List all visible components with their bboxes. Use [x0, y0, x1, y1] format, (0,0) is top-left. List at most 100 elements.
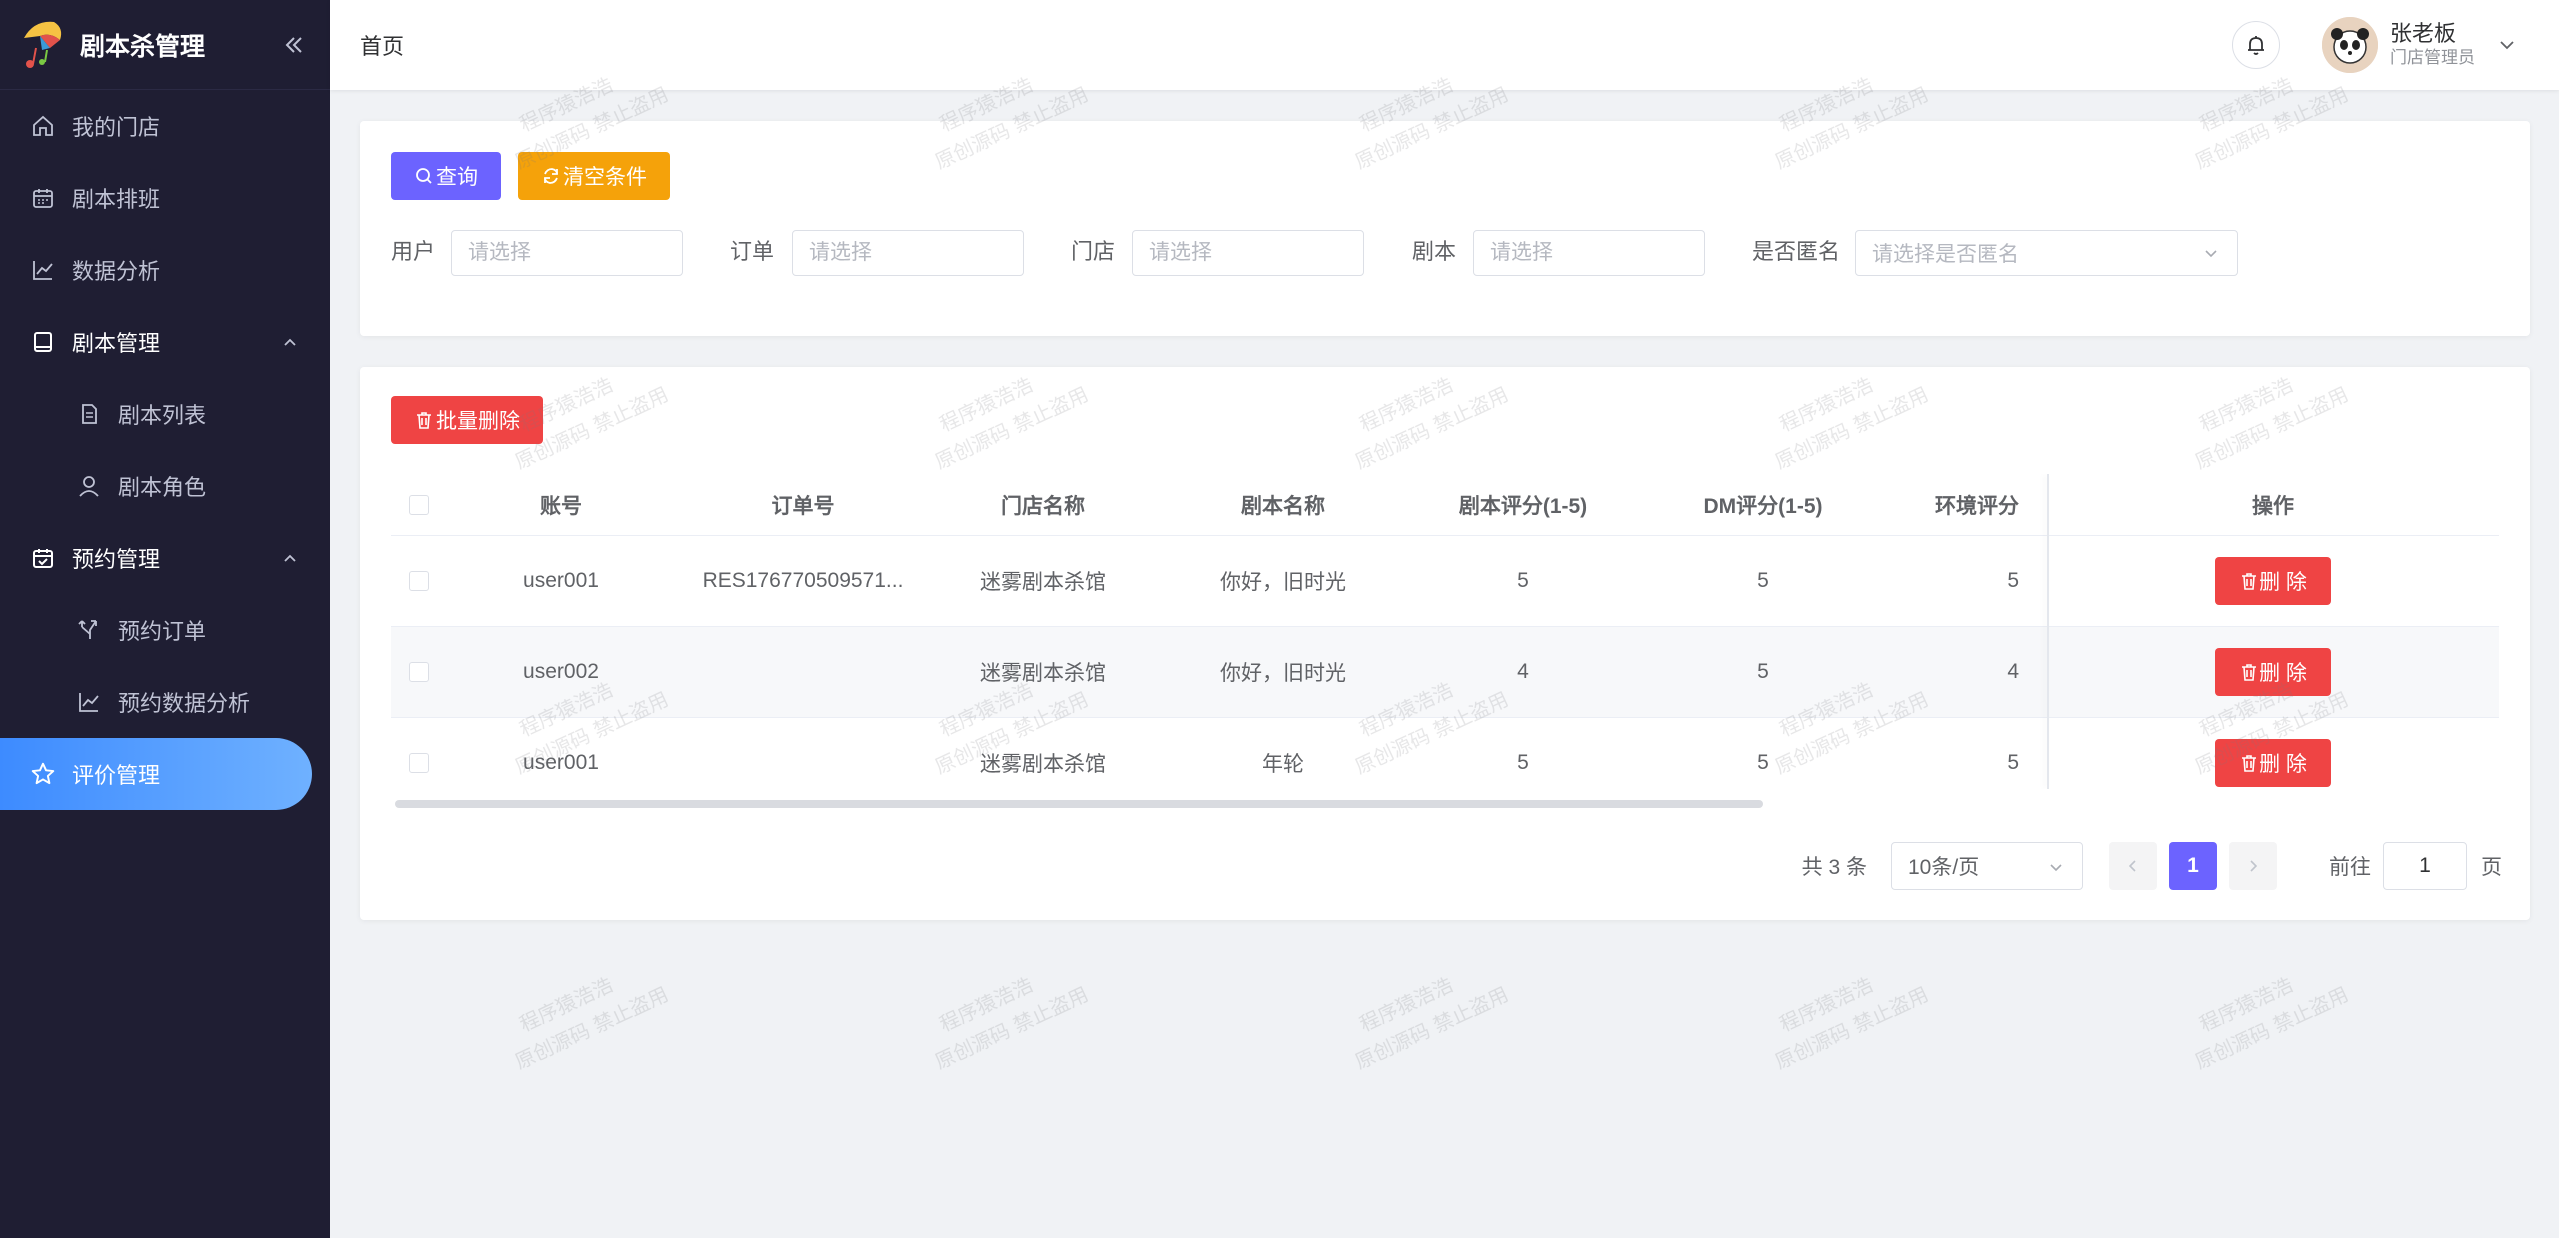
cell-env-score: 5 — [2007, 751, 2019, 774]
column-header-store[interactable]: 门店名称 — [923, 490, 1163, 520]
sidebar-item-booking-analytics[interactable]: 预约数据分析 — [0, 666, 330, 738]
table-row[interactable]: user001 RES176770509571... 迷雾剧本杀馆 你好，旧时光… — [391, 536, 2499, 627]
logo-bar: 剧本杀管理 — [0, 0, 330, 90]
column-header-env-score[interactable]: 环境评分 — [1883, 490, 2033, 520]
double-chevron-left-icon — [285, 36, 302, 53]
goto-page-input[interactable] — [2383, 842, 2467, 890]
search-icon — [416, 168, 432, 184]
user-filter-input[interactable] — [451, 230, 683, 276]
chevron-down-icon — [2205, 250, 2217, 258]
sidebar-item-label: 剧本角色 — [118, 475, 207, 500]
chevron-down-icon[interactable] — [2495, 33, 2519, 57]
svg-text:程序猿浩浩: 程序猿浩浩 — [1356, 972, 1457, 1036]
next-page-button[interactable] — [2229, 842, 2277, 890]
sidebar-item-label: 预约数据分析 — [118, 691, 251, 716]
delete-button-label: 删 除 — [2259, 662, 2307, 685]
sidebar-item-my-store[interactable]: 我的门店 — [0, 90, 330, 162]
cell-order: RES176770509571... — [702, 569, 904, 592]
anonymous-select[interactable]: 请选择是否匿名 — [1855, 230, 2238, 276]
filter-panel: 查询 清空条件 用户 订单 门店 剧本 是否匿名 请选择是否匿名 — [360, 121, 2530, 336]
clear-filters-button[interactable]: 清空条件 — [518, 152, 670, 200]
query-button[interactable]: 查询 — [391, 152, 501, 200]
header-user-area: 张老板 门店管理员 — [2232, 0, 2519, 90]
chevron-down-icon — [2050, 864, 2062, 872]
sidebar-item-label: 剧本排班 — [72, 187, 161, 212]
page-size-value: 10条/页 — [1908, 856, 1980, 879]
pagination-total: 共 3 条 — [1801, 856, 1867, 879]
user-meta[interactable]: 张老板 门店管理员 — [2390, 21, 2475, 69]
column-header-script[interactable]: 剧本名称 — [1163, 490, 1403, 520]
delete-button[interactable]: 删 除 — [2215, 648, 2331, 696]
sidebar-item-booking-orders[interactable]: 预约订单 — [0, 594, 330, 666]
sidebar-item-script-list[interactable]: 剧本列表 — [0, 378, 330, 450]
svg-text:程序猿浩浩: 程序猿浩浩 — [936, 972, 1037, 1036]
sidebar-item-label: 数据分析 — [72, 259, 161, 284]
store-filter-input[interactable] — [1132, 230, 1364, 276]
cell-script-score: 4 — [1517, 660, 1529, 683]
column-header-account[interactable]: 账号 — [391, 490, 683, 520]
collapse-sidebar-button[interactable] — [274, 25, 314, 65]
page-size-select[interactable]: 10条/页 — [1891, 842, 2083, 890]
script-filter-input[interactable] — [1473, 230, 1705, 276]
svg-text:程序猿浩浩: 程序猿浩浩 — [1776, 972, 1877, 1036]
watermark-text: 程序猿浩浩原创源码 禁止盗用 — [2191, 972, 2352, 1073]
table-row[interactable]: user002 迷雾剧本杀馆 你好，旧时光 4 5 4 删 除 — [391, 627, 2499, 718]
watermark-text: 程序猿浩浩原创源码 禁止盗用 — [1351, 972, 1512, 1073]
prev-page-button[interactable] — [2109, 842, 2157, 890]
cell-script-score: 5 — [1517, 751, 1529, 774]
sidebar-item-booking-management[interactable]: 预约管理 — [0, 522, 330, 594]
column-header-dm-score[interactable]: DM评分(1-5) — [1643, 490, 1883, 520]
panda-avatar-icon — [2322, 17, 2378, 73]
sidebar-item-script-management[interactable]: 剧本管理 — [0, 306, 330, 378]
table-horizontal-scrollbar[interactable] — [395, 800, 1763, 808]
cell-actions: 删 除 — [2047, 718, 2499, 789]
top-header: 首页 张老板 门店管理员 — [330, 0, 2559, 90]
user-icon — [76, 473, 102, 499]
avatar[interactable] — [2322, 17, 2378, 73]
chart-line-icon — [76, 689, 102, 715]
cell-actions: 删 除 — [2047, 627, 2499, 717]
query-button-label: 查询 — [436, 166, 478, 189]
script-filter-label: 剧本 — [1412, 239, 1457, 264]
page-number-button[interactable]: 1 — [2169, 842, 2217, 890]
svg-text:原创源码 禁止盗用: 原创源码 禁止盗用 — [1771, 982, 1932, 1074]
delete-button-label: 删 除 — [2259, 571, 2307, 594]
sidebar-item-label: 剧本列表 — [118, 403, 207, 428]
sidebar-item-reviews[interactable]: 评价管理 — [0, 738, 312, 810]
sidebar-item-label: 预约管理 — [72, 547, 161, 572]
cell-dm-score: 5 — [1757, 660, 1769, 683]
user-filter-label: 用户 — [391, 239, 436, 264]
home-icon — [30, 113, 56, 139]
fork-icon — [76, 617, 102, 643]
watermark-text: 程序猿浩浩原创源码 禁止盗用 — [1771, 972, 1932, 1074]
order-filter-input[interactable] — [792, 230, 1024, 276]
calendar-check-icon — [30, 545, 56, 571]
cell-script: 你好，旧时光 — [1220, 571, 1346, 594]
chart-line-icon — [30, 257, 56, 283]
cell-store: 迷雾剧本杀馆 — [980, 571, 1106, 594]
cell-script: 年轮 — [1262, 753, 1304, 776]
batch-delete-button[interactable]: 批量删除 — [391, 396, 543, 444]
column-header-order[interactable]: 订单号 — [683, 490, 923, 520]
table-row[interactable]: user001 迷雾剧本杀馆 年轮 5 5 5 删 除 — [391, 718, 2499, 789]
svg-text:原创源码 禁止盗用: 原创源码 禁止盗用 — [931, 982, 1092, 1074]
column-header-actions: 操作 — [2252, 494, 2294, 518]
cell-env-score: 4 — [2007, 660, 2019, 683]
delete-button[interactable]: 删 除 — [2215, 557, 2331, 605]
sidebar-item-analytics[interactable]: 数据分析 — [0, 234, 330, 306]
reviews-table: 账号 订单号 门店名称 剧本名称 剧本评分(1-5) DM评分(1-5) 环境评… — [391, 474, 2499, 789]
sidebar-item-label: 预约订单 — [118, 619, 207, 644]
notification-button[interactable] — [2232, 21, 2280, 69]
delete-button[interactable]: 删 除 — [2215, 739, 2331, 787]
sidebar-item-schedule[interactable]: 剧本排班 — [0, 162, 330, 234]
column-header-script-score[interactable]: 剧本评分(1-5) — [1403, 490, 1643, 520]
goto-unit: 页 — [2481, 856, 2502, 879]
breadcrumb[interactable]: 首页 — [360, 29, 404, 61]
sidebar-item-script-roles[interactable]: 剧本角色 — [0, 450, 330, 522]
fixed-column-divider — [2047, 474, 2049, 789]
cell-dm-score: 5 — [1757, 569, 1769, 592]
cell-dm-score: 5 — [1757, 751, 1769, 774]
cell-env-score: 5 — [2007, 569, 2019, 592]
book-icon — [30, 329, 56, 355]
sidebar-item-label: 剧本管理 — [72, 331, 161, 356]
